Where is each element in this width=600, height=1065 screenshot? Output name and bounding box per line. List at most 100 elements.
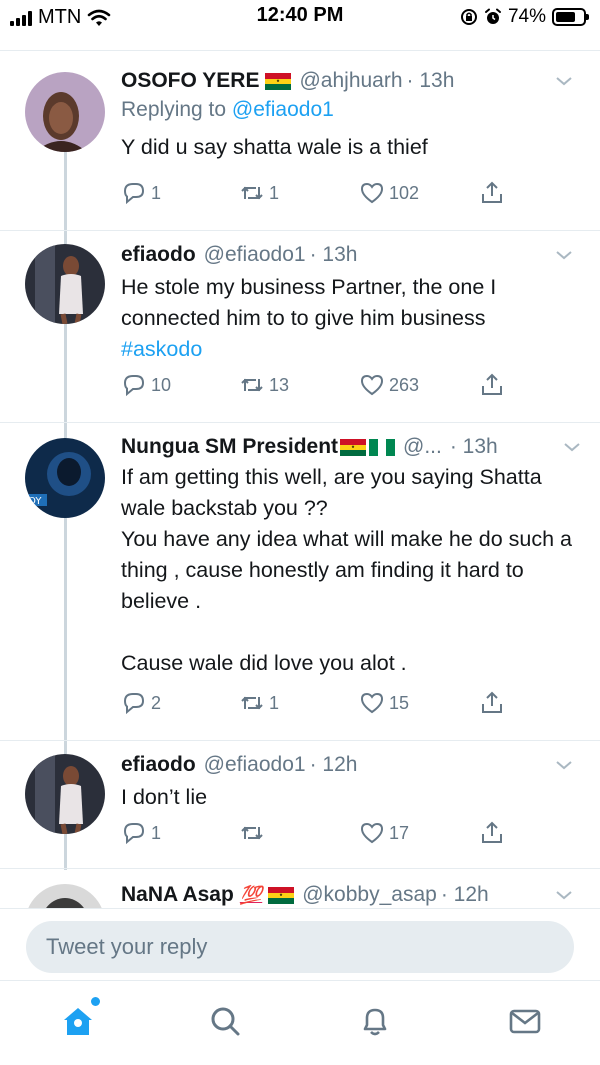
user-handle[interactable]: @efiaodo1 — [204, 752, 306, 778]
share-button[interactable] — [479, 820, 505, 846]
chevron-down-icon[interactable] — [554, 888, 574, 902]
tweet-time: · 12h — [440, 883, 489, 906]
reply-button[interactable]: 1 — [121, 180, 161, 206]
tweet-content: OSOFO YERE @ahjhuarh · 13h Replying to @… — [121, 68, 580, 163]
tweet-reply-input[interactable]: Tweet your reply — [26, 921, 574, 973]
thread-line — [64, 424, 67, 438]
reply-icon — [123, 693, 145, 715]
orientation-lock-icon — [460, 9, 477, 25]
hundred-emoji: 💯 — [239, 885, 263, 905]
tweet-item[interactable]: OSOFO YERE @ahjhuarh · 13h Replying to @… — [0, 52, 600, 232]
tab-home[interactable] — [60, 997, 100, 1039]
tweet-actions: 1 17 — [121, 820, 521, 850]
tweet-divider — [0, 740, 600, 741]
retweet-count: 1 — [269, 182, 280, 203]
tweet-content: NaNA Asap 💯 @kobby_asap · 12h — [121, 882, 580, 908]
tweet-time: · 13h — [406, 69, 455, 92]
retweet-button[interactable]: 13 — [239, 372, 289, 398]
reply-icon — [123, 823, 145, 845]
reply-button[interactable]: 1 — [121, 820, 161, 846]
reply-count: 10 — [151, 374, 172, 395]
replying-to: Replying to @efiaodo1 — [121, 98, 580, 122]
like-button[interactable]: 263 — [359, 372, 419, 398]
chevron-down-icon[interactable] — [562, 440, 582, 454]
reply-button[interactable]: 10 — [121, 372, 171, 398]
reply-button[interactable]: 2 — [121, 690, 161, 716]
tweet-header: efiaodo @efiaodo1 · 13h — [121, 242, 580, 268]
tweet-item[interactable]: efiaodo @efiaodo1 · 13h He stole my busi… — [0, 232, 600, 424]
tab-messages[interactable] — [507, 1003, 543, 1039]
chevron-down-icon[interactable] — [554, 248, 574, 262]
tweet-actions: 10 13 263 — [121, 372, 521, 402]
share-icon — [482, 373, 502, 395]
tweet-time: · 12h — [309, 753, 358, 776]
thread-line — [64, 232, 67, 244]
avatar[interactable] — [25, 884, 105, 908]
reply-count: 1 — [151, 182, 162, 203]
like-count: 15 — [389, 692, 410, 713]
heart-icon — [360, 822, 384, 844]
search-icon — [211, 1007, 240, 1036]
like-button[interactable]: 15 — [359, 690, 409, 716]
retweet-button[interactable]: 1 — [239, 180, 279, 206]
tab-notifications[interactable] — [357, 1003, 393, 1039]
reply-count: 1 — [151, 822, 162, 843]
tweet-header: OSOFO YERE @ahjhuarh · 13h — [121, 68, 580, 94]
heart-icon — [360, 374, 384, 396]
retweet-count: 13 — [269, 374, 290, 395]
tweet-body: He stole my business Partner, the one I … — [121, 275, 503, 330]
retweet-button[interactable]: 1 — [239, 690, 279, 716]
share-icon — [482, 821, 502, 843]
retweet-icon — [241, 378, 263, 392]
tweet-item[interactable]: efiaodo @efiaodo1 · 12h I don’t lie 1 17 — [0, 742, 600, 870]
user-handle[interactable]: @efiaodo1 — [204, 242, 306, 268]
tweet-text: I don’t lie — [121, 785, 208, 809]
alarm-icon — [484, 8, 501, 24]
tweet-item[interactable]: OY Nungua SM President @... · 13h If am … — [0, 424, 600, 742]
notification-dot — [91, 997, 100, 1006]
avatar[interactable] — [25, 244, 105, 324]
like-button[interactable]: 17 — [359, 820, 409, 846]
thread-line — [64, 742, 67, 754]
retweet-icon — [241, 826, 263, 840]
tweet-text: Y did u say shatta wale is a thief — [121, 135, 428, 159]
share-button[interactable] — [479, 690, 505, 716]
like-button[interactable]: 102 — [359, 180, 419, 206]
chevron-down-icon[interactable] — [554, 74, 574, 88]
ghana-flag-icon — [268, 886, 295, 904]
tab-search[interactable] — [207, 1003, 243, 1039]
svg-text:OY: OY — [28, 496, 42, 507]
replying-to-handle[interactable]: @efiaodo1 — [232, 98, 334, 121]
tweet-divider — [0, 230, 600, 231]
hashtag-link[interactable]: #askodo — [121, 337, 202, 361]
thread-line — [64, 152, 67, 232]
like-count: 102 — [389, 182, 420, 203]
share-button[interactable] — [479, 180, 505, 206]
tweet-item[interactable]: NaNA Asap 💯 @kobby_asap · 12h — [0, 870, 600, 908]
avatar[interactable]: OY — [25, 438, 105, 518]
display-name[interactable]: OSOFO YERE — [121, 68, 259, 94]
user-handle[interactable]: @kobby_asap — [302, 882, 437, 908]
user-handle[interactable]: @ahjhuarh — [299, 68, 402, 94]
share-button[interactable] — [479, 372, 505, 398]
retweet-button[interactable] — [239, 820, 269, 846]
display-name[interactable]: efiaodo — [121, 752, 196, 778]
status-right: 74% — [460, 6, 589, 28]
avatar[interactable] — [25, 754, 105, 834]
tweet-thread: OSOFO YERE @ahjhuarh · 13h Replying to @… — [0, 52, 600, 908]
share-icon — [482, 691, 502, 713]
reply-icon — [123, 183, 145, 205]
display-name[interactable]: efiaodo — [121, 242, 196, 268]
retweet-icon — [241, 696, 263, 710]
chevron-down-icon[interactable] — [554, 758, 574, 772]
thread-line — [64, 518, 67, 742]
retweet-count: 1 — [269, 692, 280, 713]
thread-line — [64, 324, 67, 424]
thread-line — [64, 834, 67, 870]
tweet-divider — [0, 868, 600, 869]
tweet-text: He stole my business Partner, the one I … — [121, 272, 580, 365]
tweet-content: efiaodo @efiaodo1 · 12h I don’t lie — [121, 752, 580, 813]
tab-bar — [0, 980, 600, 1065]
display-name[interactable]: NaNA Asap — [121, 882, 234, 908]
avatar[interactable] — [25, 72, 105, 152]
